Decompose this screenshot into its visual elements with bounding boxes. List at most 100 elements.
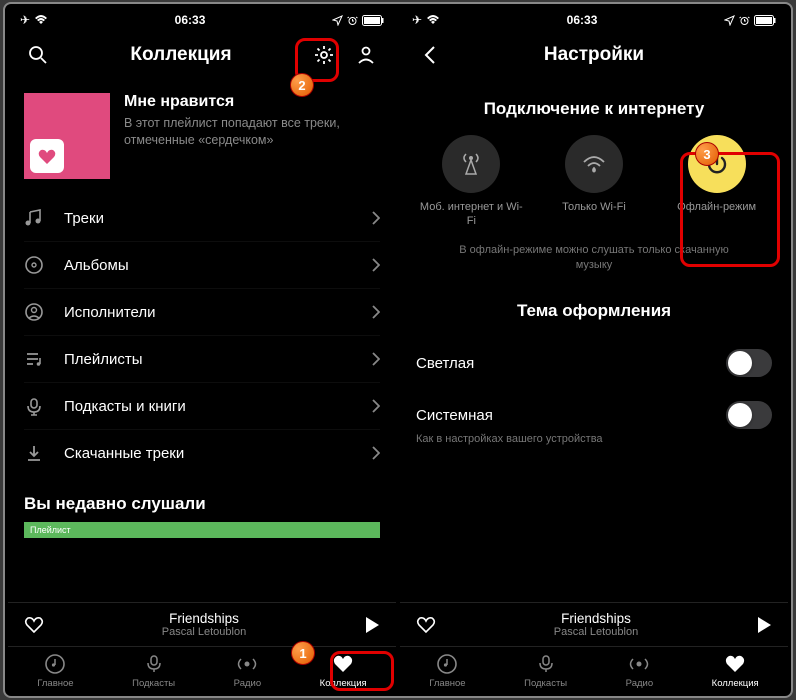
- conn-label: Моб. интернет и Wi-Fi: [416, 201, 526, 229]
- chevron-right-icon: [372, 399, 380, 413]
- back-button[interactable]: [414, 39, 446, 71]
- header: Настройки: [400, 31, 788, 79]
- menu-podcasts[interactable]: Подкасты и книги: [24, 383, 380, 430]
- heart-tab-icon: [724, 654, 746, 674]
- chevron-right-icon: [372, 258, 380, 272]
- callout-badge-1: 1: [291, 641, 315, 665]
- now-playing-bar[interactable]: Friendships Pascal Letoublon: [400, 602, 788, 646]
- np-title: Friendships: [436, 611, 756, 626]
- menu-playlists[interactable]: Плейлисты: [24, 336, 380, 383]
- wifi-icon: [34, 15, 48, 25]
- tab-label: Главное: [37, 678, 73, 689]
- albums-icon: [24, 255, 44, 275]
- tab-label: Главное: [429, 678, 465, 689]
- menu-label: Треки: [64, 210, 372, 227]
- menu-label: Альбомы: [64, 257, 372, 274]
- artists-icon: [24, 302, 44, 322]
- battery-icon: [362, 15, 384, 26]
- np-artist: Pascal Letoublon: [44, 626, 364, 638]
- conn-label: Офлайн-режим: [677, 201, 756, 215]
- tab-home[interactable]: Главное: [37, 653, 73, 689]
- menu-tracks[interactable]: Треки: [24, 195, 380, 242]
- recent-section-title: Вы недавно слушали: [8, 476, 396, 516]
- heart-outline-icon[interactable]: [24, 616, 44, 634]
- tab-podcasts[interactable]: Подкасты: [132, 653, 175, 689]
- theme-light-label: Светлая: [416, 355, 474, 372]
- airplane-icon: ✈: [412, 13, 422, 27]
- theme-system-toggle[interactable]: [726, 401, 772, 429]
- nav-icon: [724, 15, 735, 26]
- tracks-icon: [24, 208, 44, 228]
- liked-playlist-card[interactable]: Мне нравится В этот плейлист попадают вс…: [8, 79, 396, 195]
- header: Коллекция: [8, 31, 396, 79]
- conn-label: Только Wi-Fi: [562, 201, 626, 215]
- playlist-badge: Плейлист: [24, 522, 380, 538]
- now-playing-bar[interactable]: Friendships Pascal Letoublon: [8, 602, 396, 646]
- tab-podcasts[interactable]: Подкасты: [524, 653, 567, 689]
- theme-light-toggle[interactable]: [726, 349, 772, 377]
- nav-icon: [332, 15, 343, 26]
- radio-tab-icon: [236, 653, 258, 675]
- heart-tab-icon: [332, 654, 354, 674]
- tab-collection[interactable]: Коллекция: [320, 653, 367, 689]
- heart-icon: [38, 149, 56, 165]
- menu-albums[interactable]: Альбомы: [24, 242, 380, 289]
- menu-label: Исполнители: [64, 304, 372, 321]
- settings-button[interactable]: [308, 39, 340, 71]
- tab-bar: Главное Подкасты Радио Коллекция: [8, 646, 396, 693]
- profile-button[interactable]: [350, 39, 382, 71]
- radio-tab-icon: [628, 653, 650, 675]
- tab-label: Подкасты: [524, 678, 567, 689]
- menu-artists[interactable]: Исполнители: [24, 289, 380, 336]
- gear-icon: [313, 44, 335, 66]
- connection-options: Моб. интернет и Wi-Fi Только Wi-Fi Офлай…: [400, 135, 788, 237]
- playlists-icon: [24, 349, 44, 369]
- podcast-tab-icon: [143, 653, 165, 675]
- person-icon: [356, 45, 376, 65]
- menu-label: Плейлисты: [64, 351, 372, 368]
- home-tab-icon: [436, 653, 458, 675]
- podcast-tab-icon: [535, 653, 557, 675]
- play-icon[interactable]: [364, 616, 380, 634]
- section-connection-title: Подключение к интернету: [400, 79, 788, 135]
- play-icon[interactable]: [756, 616, 772, 634]
- chevron-right-icon: [372, 305, 380, 319]
- tab-radio[interactable]: Радио: [626, 653, 653, 689]
- menu-downloaded[interactable]: Скачанные треки: [24, 430, 380, 476]
- tab-label: Коллекция: [712, 678, 759, 689]
- search-icon: [28, 45, 48, 65]
- page-title: Настройки: [446, 44, 742, 66]
- conn-option-wifi-only[interactable]: Только Wi-Fi: [539, 135, 649, 229]
- chevron-right-icon: [372, 446, 380, 460]
- chevron-right-icon: [372, 352, 380, 366]
- antenna-icon: [458, 151, 484, 177]
- tab-radio[interactable]: Радио: [234, 653, 261, 689]
- airplane-icon: ✈: [20, 13, 30, 27]
- menu-label: Подкасты и книги: [64, 398, 372, 415]
- alarm-icon: [347, 15, 358, 26]
- playlist-thumbnail: [24, 93, 110, 179]
- tab-label: Радио: [626, 678, 653, 689]
- status-bar: ✈ 06:33: [8, 7, 396, 31]
- podcast-icon: [24, 396, 44, 416]
- status-bar: ✈ 06:33: [400, 7, 788, 31]
- conn-option-mobile-wifi[interactable]: Моб. интернет и Wi-Fi: [416, 135, 526, 229]
- download-icon: [24, 443, 44, 463]
- heart-outline-icon[interactable]: [416, 616, 436, 634]
- search-button[interactable]: [22, 39, 54, 71]
- theme-light-row[interactable]: Светлая: [400, 337, 788, 389]
- tab-home[interactable]: Главное: [429, 653, 465, 689]
- section-theme-title: Тема оформления: [400, 291, 788, 337]
- callout-badge-2: 2: [290, 73, 314, 97]
- chevron-left-icon: [424, 45, 436, 65]
- status-time: 06:33: [175, 13, 206, 27]
- callout-badge-3: 3: [695, 142, 719, 166]
- tab-collection[interactable]: Коллекция: [712, 653, 759, 689]
- page-title: Коллекция: [54, 44, 308, 66]
- status-time: 06:33: [567, 13, 598, 27]
- tab-bar: Главное Подкасты Радио Коллекция: [400, 646, 788, 693]
- connection-note: В офлайн-режиме можно слушать только ска…: [400, 237, 788, 292]
- playlist-desc: В этот плейлист попадают все треки, отме…: [124, 115, 380, 149]
- np-title: Friendships: [44, 611, 364, 626]
- tab-label: Коллекция: [320, 678, 367, 689]
